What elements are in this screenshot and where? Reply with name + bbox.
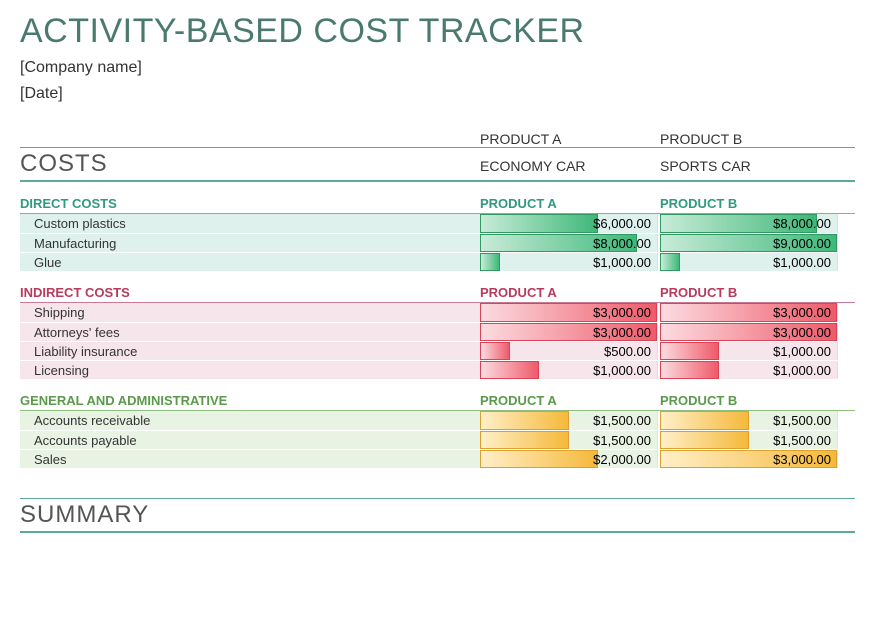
- table-row: Attorneys' fees $3,000.00 $3,000.00: [20, 322, 855, 341]
- cost-cell-b[interactable]: $1,500.00: [660, 431, 838, 449]
- row-label[interactable]: Licensing: [20, 361, 480, 379]
- direct-section: DIRECT COSTSPRODUCT APRODUCT BCustom pla…: [20, 196, 855, 271]
- row-label[interactable]: Custom plastics: [20, 214, 480, 233]
- product-b-label: PRODUCT B: [660, 131, 840, 147]
- cost-cell-b[interactable]: $8,000.00: [660, 214, 838, 233]
- indirect-header: INDIRECT COSTSPRODUCT APRODUCT B: [20, 285, 855, 303]
- table-row: Sales $2,000.00 $3,000.00: [20, 449, 855, 468]
- table-row: Accounts payable $1,500.00 $1,500.00: [20, 430, 855, 449]
- cost-value: $1,000.00: [593, 361, 651, 380]
- data-bar: [480, 253, 500, 271]
- data-bar: [480, 361, 539, 379]
- cost-cell-b[interactable]: $1,000.00: [660, 342, 838, 360]
- cost-value: $1,500.00: [773, 431, 831, 450]
- cost-cell-b[interactable]: $1,000.00: [660, 361, 838, 379]
- data-bar: [480, 450, 598, 468]
- row-label[interactable]: Accounts receivable: [20, 411, 480, 430]
- cost-value: $1,000.00: [773, 342, 831, 361]
- table-row: Shipping $3,000.00 $3,000.00: [20, 303, 855, 322]
- table-row: Licensing $1,000.00 $1,000.00: [20, 360, 855, 379]
- cost-value: $6,000.00: [593, 214, 651, 233]
- row-label[interactable]: Manufacturing: [20, 234, 480, 252]
- table-row: Accounts receivable $1,500.00 $1,500.00: [20, 411, 855, 430]
- cost-value: $1,500.00: [593, 411, 651, 430]
- data-bar: [480, 342, 510, 360]
- costs-heading: COSTS: [20, 150, 480, 178]
- cost-value: $1,500.00: [593, 431, 651, 450]
- direct-header: DIRECT COSTSPRODUCT APRODUCT B: [20, 196, 855, 214]
- row-label[interactable]: Liability insurance: [20, 342, 480, 360]
- data-bar: [660, 361, 719, 379]
- data-bar: [480, 431, 569, 449]
- ga-col-b-header: PRODUCT B: [660, 393, 840, 408]
- product-label-row: PRODUCT A PRODUCT B: [20, 131, 855, 148]
- cost-cell-a[interactable]: $500.00: [480, 342, 658, 360]
- row-label[interactable]: Shipping: [20, 303, 480, 322]
- data-bar: [660, 431, 749, 449]
- cost-value: $3,000.00: [593, 323, 651, 342]
- cost-cell-b[interactable]: $3,000.00: [660, 450, 838, 468]
- summary-heading-row: SUMMARY: [20, 498, 855, 533]
- ga-section: GENERAL AND ADMINISTRATIVEPRODUCT APRODU…: [20, 393, 855, 468]
- direct-col-b-header: PRODUCT B: [660, 196, 840, 211]
- cost-cell-a[interactable]: $6,000.00: [480, 214, 658, 233]
- summary-heading: SUMMARY: [20, 501, 855, 529]
- table-row: Liability insurance $500.00 $1,000.00: [20, 341, 855, 360]
- product-a-name[interactable]: ECONOMY CAR: [480, 158, 660, 178]
- row-label[interactable]: Attorneys' fees: [20, 323, 480, 341]
- cost-cell-a[interactable]: $3,000.00: [480, 303, 658, 322]
- table-row: Glue $1,000.00 $1,000.00: [20, 252, 855, 271]
- cost-value: $3,000.00: [773, 323, 831, 342]
- ga-title: GENERAL AND ADMINISTRATIVE: [20, 393, 480, 408]
- cost-value: $1,000.00: [773, 361, 831, 380]
- cost-value: $1,000.00: [773, 253, 831, 272]
- row-label[interactable]: Glue: [20, 253, 480, 271]
- cost-value: $9,000.00: [773, 234, 831, 253]
- cost-cell-a[interactable]: $3,000.00: [480, 323, 658, 341]
- table-row: Manufacturing $8,000.00 $9,000.00: [20, 233, 855, 252]
- cost-cell-a[interactable]: $1,000.00: [480, 361, 658, 379]
- direct-col-a-header: PRODUCT A: [480, 196, 660, 211]
- cost-value: $8,000.00: [773, 214, 831, 233]
- cost-value: $3,000.00: [593, 303, 651, 322]
- cost-cell-a[interactable]: $1,000.00: [480, 253, 658, 271]
- indirect-col-b-header: PRODUCT B: [660, 285, 840, 300]
- cost-value: $1,500.00: [773, 411, 831, 430]
- data-bar: [660, 342, 719, 360]
- cost-value: $1,000.00: [593, 253, 651, 272]
- cost-cell-a[interactable]: $1,500.00: [480, 431, 658, 449]
- cost-cell-b[interactable]: $9,000.00: [660, 234, 838, 252]
- cost-value: $2,000.00: [593, 450, 651, 469]
- indirect-section: INDIRECT COSTSPRODUCT APRODUCT BShipping…: [20, 285, 855, 379]
- data-bar: [660, 253, 680, 271]
- data-bar: [480, 411, 569, 430]
- cost-cell-b[interactable]: $3,000.00: [660, 323, 838, 341]
- indirect-title: INDIRECT COSTS: [20, 285, 480, 300]
- company-name-placeholder[interactable]: [Company name]: [20, 59, 855, 77]
- cost-cell-a[interactable]: $8,000.00: [480, 234, 658, 252]
- table-row: Custom plastics $6,000.00 $8,000.00: [20, 214, 855, 233]
- ga-header: GENERAL AND ADMINISTRATIVEPRODUCT APRODU…: [20, 393, 855, 411]
- page-title: ACTIVITY-BASED COST TRACKER: [20, 12, 855, 51]
- product-a-label: PRODUCT A: [480, 131, 660, 147]
- row-label[interactable]: Sales: [20, 450, 480, 468]
- cost-value: $3,000.00: [773, 450, 831, 469]
- cost-cell-a[interactable]: $1,500.00: [480, 411, 658, 430]
- costs-heading-row: COSTS ECONOMY CAR SPORTS CAR: [20, 150, 855, 182]
- product-b-name[interactable]: SPORTS CAR: [660, 158, 840, 178]
- data-bar: [480, 214, 598, 233]
- cost-value: $3,000.00: [773, 303, 831, 322]
- indirect-col-a-header: PRODUCT A: [480, 285, 660, 300]
- cost-cell-b[interactable]: $1,000.00: [660, 253, 838, 271]
- cost-cell-b[interactable]: $3,000.00: [660, 303, 838, 322]
- ga-col-a-header: PRODUCT A: [480, 393, 660, 408]
- cost-value: $8,000.00: [593, 234, 651, 253]
- data-bar: [660, 411, 749, 430]
- cost-cell-b[interactable]: $1,500.00: [660, 411, 838, 430]
- cost-cell-a[interactable]: $2,000.00: [480, 450, 658, 468]
- cost-value: $500.00: [604, 342, 651, 361]
- row-label[interactable]: Accounts payable: [20, 431, 480, 449]
- direct-title: DIRECT COSTS: [20, 196, 480, 211]
- date-placeholder[interactable]: [Date]: [20, 85, 855, 103]
